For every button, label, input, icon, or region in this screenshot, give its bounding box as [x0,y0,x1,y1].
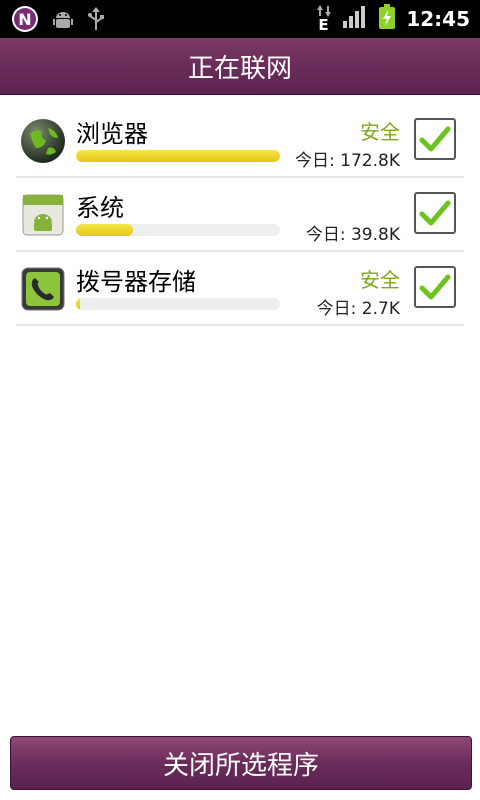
battery-charging-icon [378,4,396,34]
list-item[interactable]: 拨号器存储 安全 今日: 2.7K [16,252,464,326]
android-debug-icon [52,8,74,34]
netqin-icon: N [10,4,40,38]
list-item[interactable]: 浏览器 安全 今日: 172.8K [16,104,464,178]
usage-today: 今日: 2.7K [316,299,400,319]
svg-text:N: N [18,10,31,29]
safe-label: 安全 [360,120,400,144]
select-checkbox[interactable] [414,266,456,308]
app-name: 浏览器 [76,120,148,148]
usage-bar [76,150,280,162]
select-checkbox[interactable] [414,192,456,234]
data-arrows-icon: E [316,4,332,34]
close-selected-button[interactable]: 关闭所选程序 [10,736,472,790]
app-name: 拨号器存储 [76,268,196,296]
usage-bar [76,224,280,236]
app-list: 浏览器 安全 今日: 172.8K 系统 今日: 39.8K 拨号器存储 安全 … [0,104,480,326]
network-type: E [318,16,329,34]
checkmark-icon [419,126,451,152]
usage-bar [76,298,280,310]
phone-icon [20,266,66,312]
checkmark-icon [419,200,451,226]
usage-today: 今日: 39.8K [305,225,400,245]
usage-bar-fill [76,150,280,162]
checkmark-icon [419,274,451,300]
android-system-icon [20,192,66,238]
safe-label: 安全 [360,268,400,292]
signal-icon [342,5,368,33]
page-title: 正在联网 [187,53,292,84]
usb-icon [86,6,106,36]
status-bar: N E 12:45 [0,0,480,38]
usage-bar-fill [76,298,81,310]
select-checkbox[interactable] [414,118,456,160]
list-item[interactable]: 系统 今日: 39.8K [16,178,464,252]
usage-bar-fill [76,224,134,236]
clock: 12:45 [406,7,470,31]
usage-today: 今日: 172.8K [295,151,400,171]
globe-icon [20,118,66,164]
app-name: 系统 [76,194,124,222]
header-bar: 正在联网 [0,38,480,95]
